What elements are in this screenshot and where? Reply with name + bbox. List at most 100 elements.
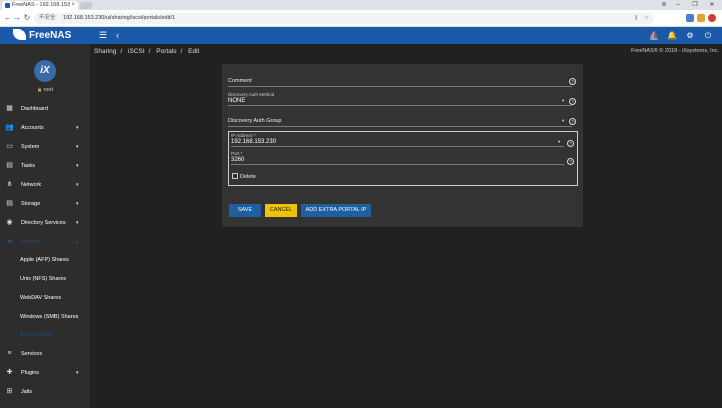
chevron-down-icon: ▾ <box>76 201 79 207</box>
sail-icon[interactable]: ⛵ <box>649 30 659 41</box>
breadcrumb-separator: / <box>148 48 151 55</box>
freenas-logo[interactable]: FreeNAS <box>13 28 93 43</box>
help-icon[interactable]: ? <box>567 140 574 147</box>
network-icon: ⋔ <box>6 181 13 188</box>
account-icon[interactable]: ⊖ <box>658 0 670 10</box>
delete-checkbox[interactable] <box>232 173 238 179</box>
sidebar-item-system[interactable]: ▭ System ▾ <box>0 138 90 156</box>
port-label: Port * <box>231 151 243 156</box>
dropdown-arrow-icon: ▾ <box>562 98 565 103</box>
url-input[interactable]: 不安全 192.168.153.230/ui/sharing/iscsi/por… <box>34 13 654 24</box>
chevron-down-icon: ▾ <box>76 125 79 131</box>
save-button[interactable]: Save <box>229 204 261 217</box>
cancel-button[interactable]: Cancel <box>265 204 297 217</box>
help-icon[interactable]: ? <box>569 98 576 105</box>
sidebar-item-label: Block (iSCSI) <box>20 332 53 338</box>
chevron-down-icon: ▾ <box>76 144 79 150</box>
help-icon[interactable]: ? <box>569 78 576 85</box>
auth-method-value: NONE <box>228 98 246 104</box>
discovery-auth-group-select[interactable]: Discovery Auth Group ▾ <box>228 116 572 127</box>
sidebar-item-storage[interactable]: ▤ Storage ▾ <box>0 195 90 213</box>
maximize-icon[interactable]: ❐ <box>689 0 701 10</box>
dropdown-arrow-icon: ▾ <box>562 118 565 123</box>
copyright: FreeNAS® © 2018 - iXsystems, Inc. <box>631 48 719 54</box>
chevron-down-icon: ▾ <box>76 220 79 226</box>
breadcrumb-separator: / <box>180 48 183 55</box>
sidebar-item-label: Unix (NFS) Shares <box>20 276 67 282</box>
discovery-auth-method-select[interactable]: Discovery Auth Method NONE ▾ <box>228 92 572 106</box>
sidebar-item-smb-shares[interactable]: Windows (SMB) Shares <box>0 308 90 326</box>
breadcrumb-edit: Edit <box>188 48 200 55</box>
sidebar-item-tasks[interactable]: ▤ Tasks ▾ <box>0 157 90 175</box>
ip-address-select[interactable]: IP Address * 192.168.153.230 ▾ <box>231 133 564 147</box>
sidebar-item-plugins[interactable]: ✚ Plugins ▾ <box>0 364 90 382</box>
username-text: root <box>43 87 53 93</box>
breadcrumb-iscsi[interactable]: iSCSI <box>128 48 145 55</box>
comment-field[interactable]: Comment <box>228 76 572 87</box>
port-input[interactable]: Port * 3260 <box>231 151 564 165</box>
delete-label: Delete <box>240 174 256 180</box>
breadcrumb-portals[interactable]: Portals <box>156 48 176 55</box>
sidebar-item-label: Network <box>21 182 42 188</box>
jails-icon: ⊞ <box>6 388 13 395</box>
sidebar-item-afp-shares[interactable]: Apple (AFP) Shares <box>0 251 90 269</box>
menu-icon[interactable]: ☰ <box>99 30 107 41</box>
logo-text: FreeNAS <box>29 30 72 41</box>
sidebar-item-label: Sharing <box>21 239 40 245</box>
users-icon: 👥 <box>5 124 14 131</box>
sidebar-item-services[interactable]: ≡ Services <box>0 345 90 363</box>
chevron-left-icon[interactable]: ‹ <box>116 30 119 41</box>
extension-icon[interactable] <box>686 14 694 22</box>
comment-label: Comment <box>228 78 252 84</box>
avatar: iX <box>34 60 56 82</box>
sidebar-item-label: Windows (SMB) Shares <box>20 314 79 320</box>
browser-tab-title: FreeNAS - 192.168.153 <box>12 2 71 8</box>
sidebar-item-label: Plugins <box>21 370 40 376</box>
sidebar-item-sharing[interactable]: ▰ Sharing ▴ <box>0 233 90 251</box>
not-secure-label: 不安全 <box>39 15 56 21</box>
portal-edit-form: Comment ? Discovery Auth Method NONE ▾ ?… <box>222 64 583 227</box>
sidebar-item-label: Directory Services <box>21 220 66 226</box>
favicon-icon <box>5 3 10 8</box>
extension-icon[interactable] <box>708 14 716 22</box>
help-icon[interactable]: ? <box>567 158 574 165</box>
breadcrumb-separator: / <box>120 48 123 55</box>
minimize-icon[interactable]: – <box>672 0 684 10</box>
username: 🔒 root <box>0 87 90 93</box>
add-extra-portal-ip-button[interactable]: Add extra Portal IP <box>301 204 371 217</box>
sidebar-item-nfs-shares[interactable]: Unix (NFS) Shares <box>0 270 90 288</box>
browser-tab[interactable]: FreeNAS - 192.168.153 × <box>2 1 78 10</box>
sidebar-item-accounts[interactable]: 👥 Accounts ▾ <box>0 119 90 137</box>
sidebar-item-label: Accounts <box>21 125 44 131</box>
sidebar-item-label: Services <box>21 351 43 357</box>
chevron-down-icon: ▾ <box>76 182 79 188</box>
browser-tab-bar: FreeNAS - 192.168.153 × ⊖ – ❐ ✕ <box>0 0 722 10</box>
url-text: 192.168.153.230/ui/sharing/iscsi/portals… <box>63 15 175 21</box>
sidebar-item-network[interactable]: ⋔ Network ▾ <box>0 176 90 194</box>
sidebar-item-jails[interactable]: ⊞ Jails <box>0 383 90 401</box>
new-tab-button[interactable] <box>79 2 93 9</box>
sidebar-item-label: Jails <box>21 389 33 395</box>
reload-icon[interactable]: ↻ <box>22 13 32 23</box>
key-icon[interactable]: ⚷ <box>634 13 638 24</box>
bell-icon[interactable]: 🔔 <box>667 30 677 41</box>
power-icon[interactable]: ⏻ <box>703 30 713 41</box>
forward-arrow-icon[interactable]: → <box>12 13 22 23</box>
browser-address-bar: ← → ↻ 不安全 192.168.153.230/ui/sharing/isc… <box>0 10 722 27</box>
extension-icon[interactable] <box>697 14 705 22</box>
sidebar-item-iscsi[interactable]: Block (iSCSI) <box>0 326 90 344</box>
help-icon[interactable]: ? <box>569 118 576 125</box>
sidebar-item-directory-services[interactable]: ◉ Directory Services ▾ <box>0 214 90 232</box>
close-window-icon[interactable]: ✕ <box>706 0 718 10</box>
sidebar-item-webdav-shares[interactable]: WebDAV Shares <box>0 289 90 307</box>
bookmark-star-icon[interactable]: ☆ <box>644 13 649 24</box>
auth-method-label: Discovery Auth Method <box>228 92 275 97</box>
gear-icon[interactable]: ⚙ <box>685 30 695 41</box>
portal-ip-group: IP Address * 192.168.153.230 ▾ ? Port * … <box>228 131 578 186</box>
breadcrumb-sharing[interactable]: Sharing <box>94 48 116 55</box>
tab-close-icon[interactable]: × <box>71 1 75 10</box>
dropdown-arrow-icon: ▾ <box>558 139 561 144</box>
sidebar-item-label: System <box>21 144 40 150</box>
services-icon: ≡ <box>7 350 12 357</box>
sidebar-item-dashboard[interactable]: ▦ Dashboard <box>0 100 90 118</box>
